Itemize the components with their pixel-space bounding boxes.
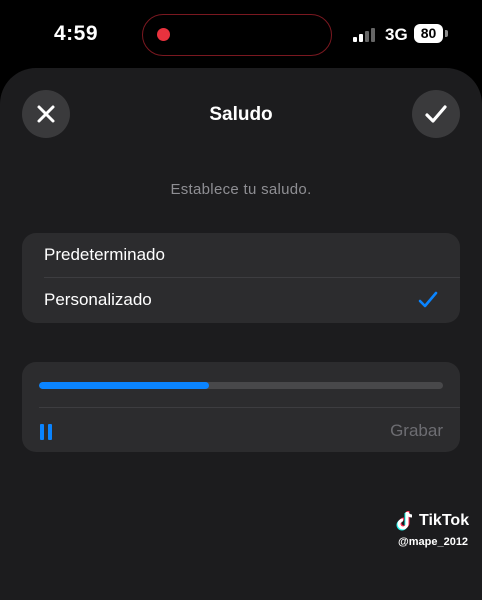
- option-label: Predeterminado: [44, 245, 165, 264]
- tiktok-logo-icon: [396, 511, 413, 531]
- status-bar: 4:59 3G 80: [0, 0, 482, 68]
- greeting-options-list: Predeterminado Personalizado: [22, 233, 460, 323]
- option-default[interactable]: Predeterminado: [22, 233, 460, 278]
- selected-check-icon: [418, 291, 438, 308]
- network-type: 3G: [385, 25, 408, 44]
- done-button[interactable]: [412, 90, 460, 138]
- checkmark-icon: [425, 105, 447, 123]
- status-time: 4:59: [54, 22, 99, 45]
- watermark-username: @mape_2012: [398, 536, 469, 548]
- battery-icon: 80: [414, 24, 443, 43]
- greeting-player: Grabar: [22, 362, 460, 452]
- dynamic-island: [142, 14, 332, 56]
- record-button[interactable]: Grabar: [390, 421, 443, 441]
- option-custom[interactable]: Personalizado: [22, 278, 460, 323]
- sheet-subtitle: Establece tu saludo.: [170, 181, 312, 198]
- pause-icon[interactable]: [40, 424, 54, 440]
- playback-progress-fill: [39, 382, 209, 389]
- battery-tip: [445, 30, 448, 37]
- page-title: Saludo: [209, 104, 273, 125]
- cellular-signal-icon: [353, 28, 379, 42]
- option-label: Personalizado: [44, 290, 152, 309]
- watermark-brand: TikTok: [419, 512, 470, 529]
- divider: [39, 407, 460, 408]
- tiktok-watermark: TikTok: [396, 510, 469, 532]
- recording-indicator-icon: [157, 28, 170, 41]
- playback-progress-bar[interactable]: [39, 382, 443, 389]
